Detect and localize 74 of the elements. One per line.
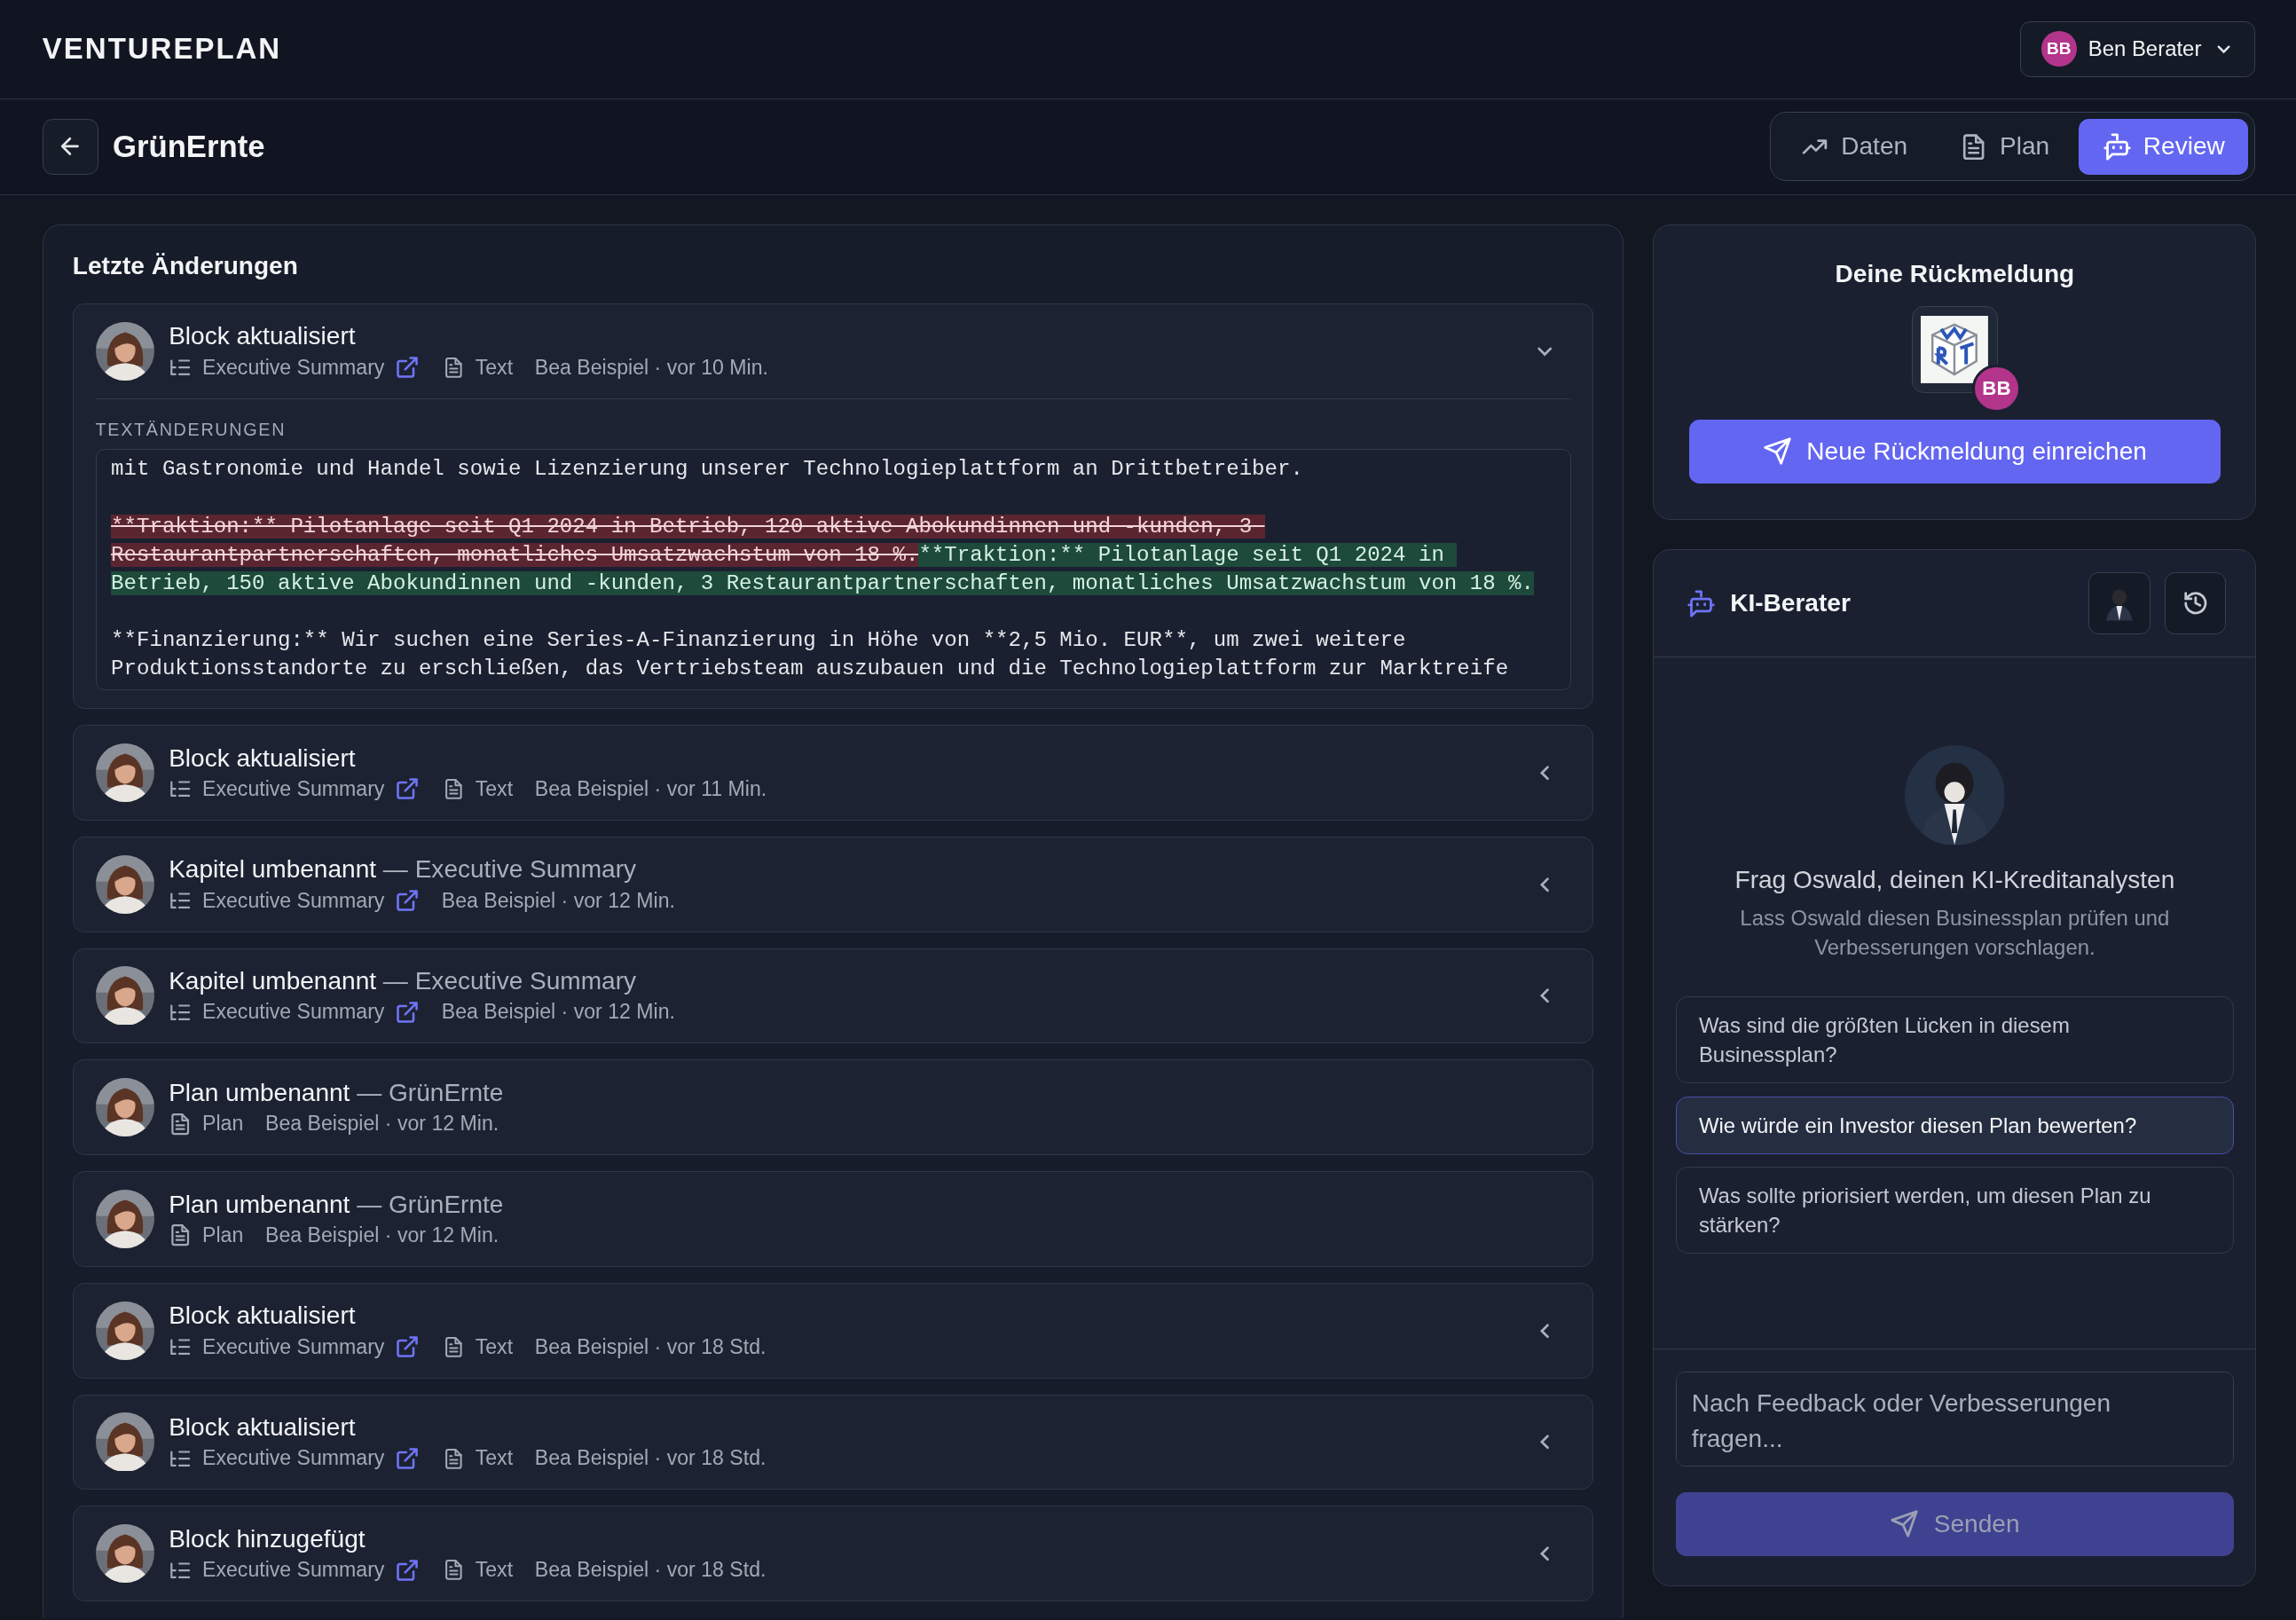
author-time: Bea Beispiel · vor 18 Std. (534, 1334, 767, 1359)
change-entry[interactable]: Kapitel umbenannt — Executive Summary Executive Summary Bea Beispiel · vor 12 Min. (72, 948, 1594, 1044)
scope-label: Plan (202, 1112, 244, 1136)
user-avatar: BB (2040, 31, 2077, 67)
author-time: Bea Beispiel · vor 10 Min. (534, 355, 768, 380)
advisor-description: Lass Oswald diesen Businessplan prüfen und Verbesserungen vorschlagen. (1739, 904, 2171, 961)
change-title: Plan umbenannt — GrünErnte (169, 1191, 505, 1219)
suggestion-button[interactable]: Was sollte priorisiert werden, um diesen Plan zu stärken? (1676, 1167, 2234, 1254)
external-link-icon[interactable] (394, 355, 420, 381)
change-title: Kapitel umbenannt — Executive Summary (169, 855, 638, 885)
panel-title: KI-Berater (1730, 589, 1852, 618)
app-logo: VENTUREPLAN (42, 32, 282, 67)
author-time: Bea Beispiel · vor 18 Std. (534, 1446, 767, 1471)
history-icon (2182, 590, 2209, 617)
change-title: Plan umbenannt — GrünErnte (169, 1079, 505, 1108)
suggestion-button[interactable]: Wie würde ein Investor diesen Plan bewerten? (1676, 1096, 2234, 1154)
author-time: Bea Beispiel · vor 12 Min. (441, 888, 675, 913)
external-link-icon[interactable] (394, 1334, 420, 1360)
bot-icon (1686, 588, 1716, 618)
scope-label: Plan (202, 1223, 244, 1247)
change-entry[interactable]: Block aktualisiert Executive Summary Text Bea Beispiel · vor 18 Std. (72, 1394, 1594, 1490)
author-time: Bea Beispiel · vor 11 Min. (534, 776, 767, 801)
block-type: Text (475, 776, 514, 801)
chapter-name: Executive Summary (202, 776, 385, 801)
history-button[interactable] (2165, 572, 2227, 634)
chapter-name: Executive Summary (202, 1558, 385, 1583)
send-icon (1762, 436, 1792, 467)
block-type: Text (475, 1334, 514, 1359)
change-entry[interactable]: Block aktualisiert Executive Summary Text Bea Beispiel · vor 18 Std. (72, 1282, 1594, 1379)
change-title: Block aktualisiert (169, 1302, 357, 1331)
change-entry[interactable] (72, 303, 1594, 710)
external-link-icon[interactable] (394, 888, 420, 914)
panel-title: Letzte Änderungen (72, 251, 299, 280)
block-type: Text (475, 1558, 514, 1583)
advisor-heading: Frag Oswald, deinen KI-Kreditanalysten (1734, 865, 2175, 894)
plan-title: GrünErnte (113, 129, 265, 164)
external-link-icon[interactable] (394, 1445, 420, 1471)
text-diff: mit Gastronomie und Handel sowie Lizenzierung unserer Technologieplattform an Drittbetreiber. **Traktion:** Pilotanlage seit Q1 2024 in Betrieb, 120 aktive Abokundinnen und -kunden, 3 Restaurantpartnerschaften, monatliches Umsatzwachstum von 18 %.**Traktion:** Pilotanlage seit Q1 2024 in Betrieb, 150 aktive Abokundinnen und -kunden, 3 Restaurantpartnerschaften, monatliches Umsatzwachstum von 18 %. **Finanzierung:** Wir suchen eine Series-A-Finanzierung in Höhe von **2,5 Mio. EUR**, um zwei weitere Produktionsstandorte zu erschließen, das Vertriebsteam auszubauen und die Technologieplattform zur Marktreife (95, 448, 1571, 691)
view-tab[interactable]: Review (2079, 118, 2249, 175)
back-button[interactable] (42, 118, 98, 175)
chapter-name: Executive Summary (202, 1334, 385, 1359)
chapter-name: Executive Summary (202, 355, 385, 380)
submit-feedback-button[interactable]: Neue Rückmeldung einreichen (1689, 419, 2221, 484)
change-entry[interactable]: Plan umbenannt — GrünErnte Plan Bea Beispiel · vor 12 Min. (72, 1059, 1594, 1156)
change-title: Block hinzugefügt (169, 1524, 366, 1553)
chapter-name: Executive Summary (202, 1446, 385, 1471)
external-link-icon[interactable] (394, 1557, 420, 1583)
change-entry[interactable]: Block aktualisiert Executive Summary Text Bea Beispiel · vor 11 Min. (72, 725, 1594, 821)
change-title: Block aktualisiert (169, 322, 357, 351)
block-type: Text (475, 1446, 514, 1471)
suggestion-button[interactable]: Was sind die größten Lücken in diesem Businessplan? (1676, 996, 2234, 1083)
external-link-icon[interactable] (394, 999, 420, 1025)
send-icon (1890, 1509, 1920, 1539)
author-time: Bea Beispiel · vor 12 Min. (265, 1223, 499, 1247)
block-type: Text (475, 355, 514, 380)
chapter-name: Executive Summary (202, 888, 385, 913)
user-menu-button[interactable]: BB Ben Berater (2019, 20, 2255, 77)
chapter-name: Executive Summary (202, 1000, 385, 1025)
external-link-icon[interactable] (394, 776, 420, 802)
author-time: Bea Beispiel · vor 12 Min. (265, 1112, 499, 1136)
author-time: Bea Beispiel · vor 12 Min. (441, 1000, 675, 1025)
change-entry[interactable]: Block hinzugefügt Executive Summary Text Bea Beispiel · vor 18 Std. (72, 1506, 1594, 1602)
change-entry[interactable]: Kapitel umbenannt — Executive Summary Executive Summary Bea Beispiel · vor 12 Min. (72, 836, 1594, 932)
change-title: Block aktualisiert (169, 1413, 357, 1442)
card-title: Deine Rückmeldung (1835, 260, 2075, 289)
section-label: TEXTÄNDERUNGEN (95, 419, 287, 440)
question-input[interactable]: Nach Feedback oder Verbesserungen fragen... (1676, 1372, 2234, 1467)
author-time: Bea Beispiel · vor 18 Std. (534, 1558, 767, 1583)
change-title: Kapitel umbenannt — Executive Summary (169, 967, 638, 995)
view-tab[interactable]: Plan (1937, 118, 2073, 175)
change-title: Block aktualisiert (169, 743, 357, 773)
change-entry[interactable]: Plan umbenannt — GrünErnte Plan Bea Beispiel · vor 12 Min. (72, 1171, 1594, 1267)
bot-icon (2102, 131, 2132, 161)
view-tab[interactable]: Daten (1776, 118, 1931, 175)
